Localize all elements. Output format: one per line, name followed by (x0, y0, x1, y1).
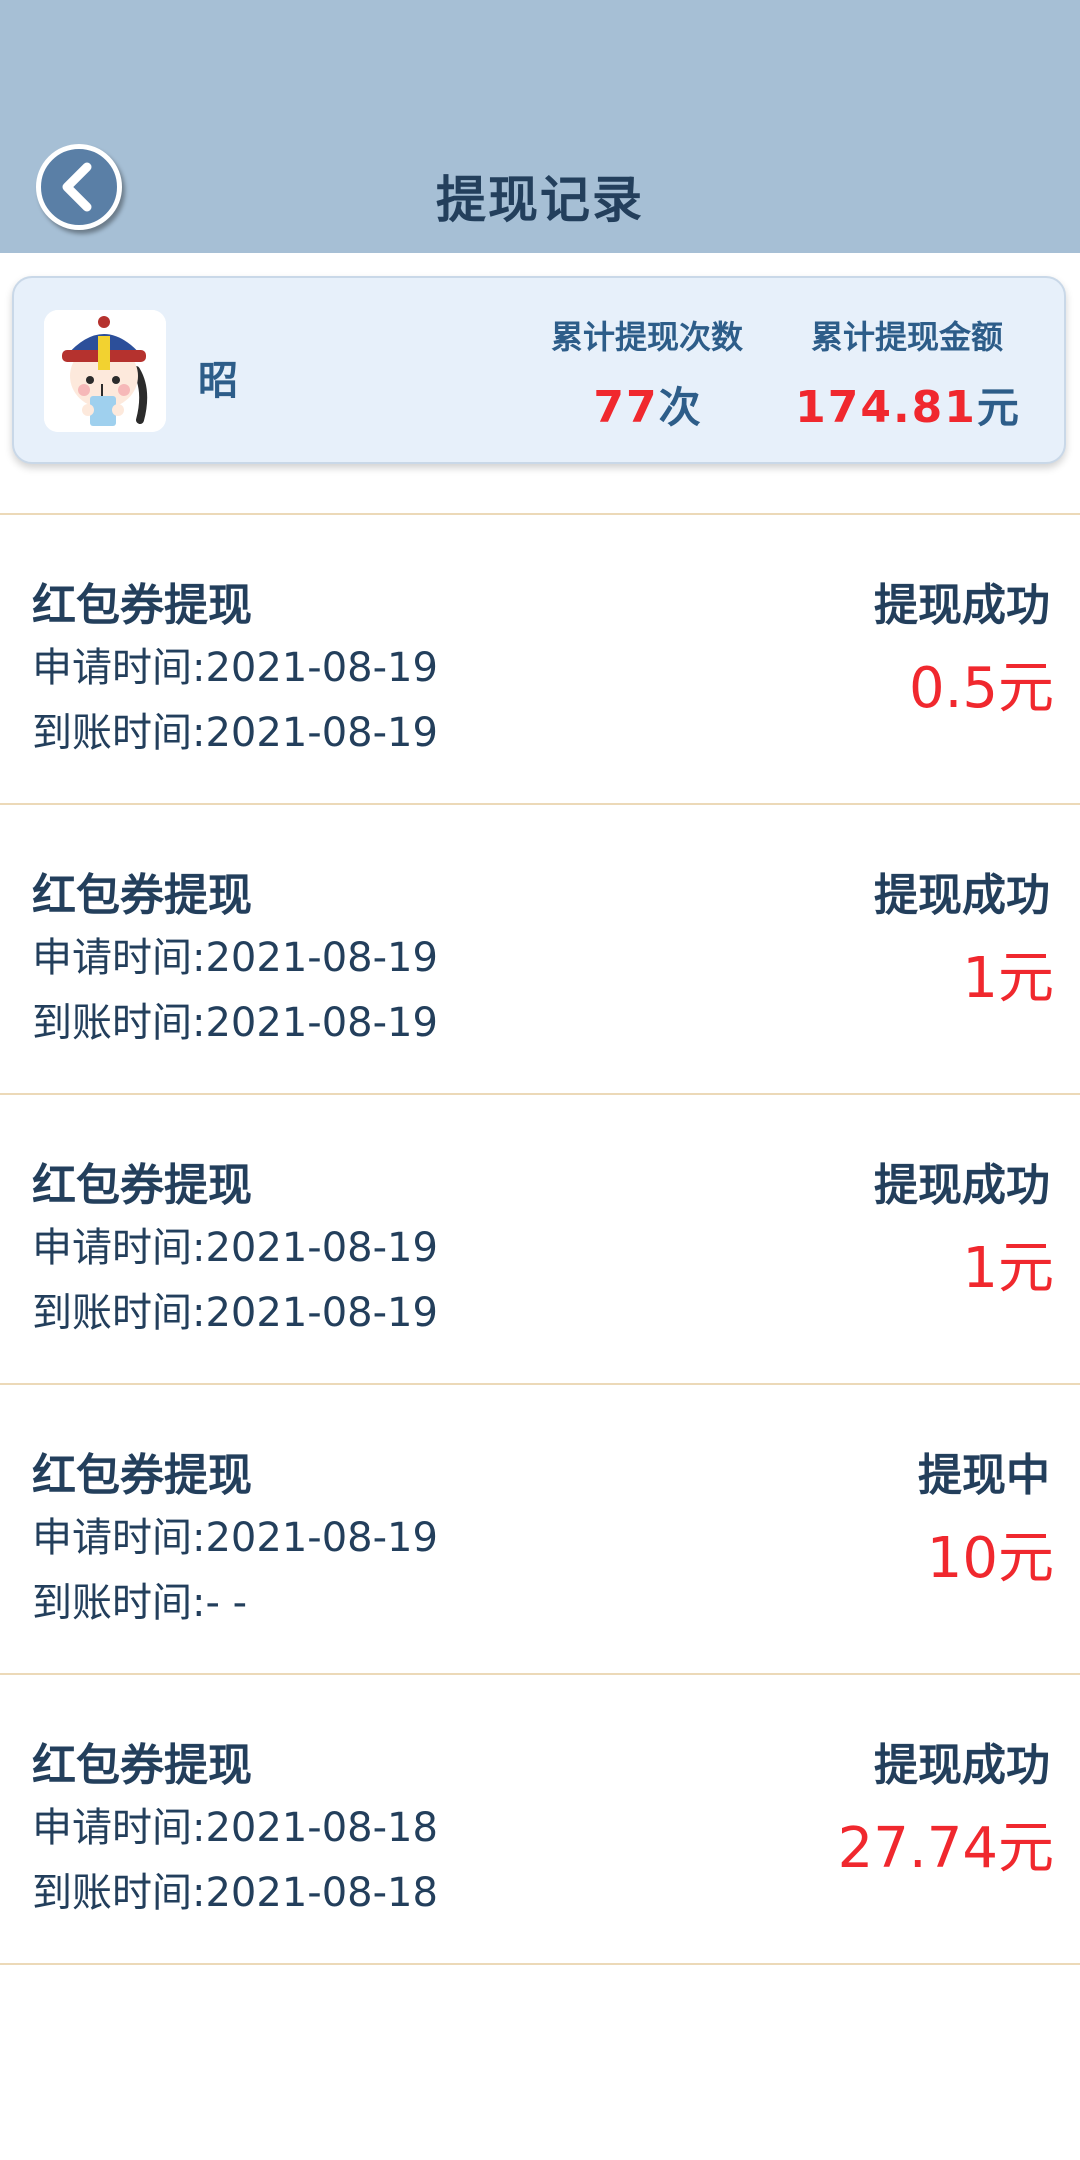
record-arrive-time: 到账时间:2021-08-19 (32, 1000, 438, 1046)
cartoon-avatar-icon (44, 310, 166, 432)
record-arrive-time: 到账时间:2021-08-18 (32, 1870, 438, 1916)
record-item[interactable]: 红包券提现申请时间:2021-08-19 到账时间:2021-08-19 提现成功 1… (0, 805, 1080, 1095)
record-apply-time: 申请时间:2021-08-19 (32, 935, 438, 981)
record-arrive-time: 到账时间:2021-08-19 (32, 1290, 438, 1336)
record-item[interactable]: 红包券提现申请时间:2021-08-19 到账时间:2021-08-19 提现成功 1… (0, 1095, 1080, 1385)
total-count-value: 77次 (517, 374, 777, 435)
record-arrive-time: 到账时间:2021-08-19 (32, 710, 438, 756)
avatar (44, 310, 166, 432)
record-title: 红包券提现 (32, 870, 252, 921)
total-amount-label: 累计提现金额 (810, 318, 1003, 356)
total-count-number: 77 (593, 382, 659, 433)
record-apply-time: 申请时间:2021-08-19 (32, 1225, 438, 1271)
record-list-content: 红包券提现 申请时间:2021-08-19 到账时间:2021-08-19 提现成功 0… (0, 465, 1080, 1965)
record-title: 红包券提现 (32, 1450, 252, 1501)
record-amount: 10元 (926, 1526, 1054, 1591)
record-amount: 1元 (962, 946, 1054, 1011)
record-list[interactable]: 红包券提现 申请时间:2021-08-19 到账时间:2021-08-19 提现成功 0… (0, 465, 1080, 2160)
total-amount-number: 174.81 (795, 382, 977, 433)
record-title: 红包券提现 (32, 580, 252, 631)
total-count-unit: 次 (658, 383, 701, 432)
record-status: 提现成功 (874, 1160, 1050, 1211)
app-header: 提现记录 (0, 0, 1080, 253)
record-arrive-time: 到账时间:2021-08-19 (32, 465, 438, 468)
record-status: 提现成功 (874, 870, 1050, 921)
record-status: 提现中 (918, 1450, 1050, 1501)
record-item[interactable]: 红包券提现申请时间:2021-08-18 到账时间:2021-08-18 提现成功 2… (0, 1675, 1080, 1965)
record-status: 提现成功 (874, 580, 1050, 631)
record-apply-time: 申请时间:2021-08-18 (32, 1805, 438, 1851)
record-item[interactable]: 红包券提现申请时间:2021-08-19到账时间:2021-08-19提现成功0… (0, 465, 1080, 515)
total-count-label: 累计提现次数 (550, 318, 743, 356)
record-amount: 27.74元 (837, 1816, 1054, 1881)
total-amount-unit: 元 (976, 383, 1019, 432)
record-apply-time: 申请时间:2021-08-19 (32, 645, 438, 691)
record-amount: 0.5元 (908, 656, 1054, 721)
username: 昭 (198, 358, 238, 404)
record-title: 红包券提现 (32, 1740, 252, 1791)
record-amount: 1元 (962, 1236, 1054, 1301)
page-title: 提现记录 (436, 171, 644, 229)
record-status: 提现成功 (874, 1740, 1050, 1791)
summary-card: 昭 累计提现次数 77次 累计提现金额 174.81元 (12, 276, 1066, 464)
record-arrive-time: 到账时间:- - (32, 1580, 248, 1626)
record-title: 红包券提现 (32, 1160, 252, 1211)
record-apply-time: 申请时间:2021-08-19 (32, 1515, 438, 1561)
record-item[interactable]: 红包券提现申请时间:2021-08-19 到账时间:- - 提现中 10元 (0, 1385, 1080, 1675)
total-amount-value: 174.81元 (777, 374, 1037, 435)
record-item[interactable]: 红包券提现申请时间:2021-08-19 到账时间:2021-08-19 提现成功 0… (0, 515, 1080, 805)
